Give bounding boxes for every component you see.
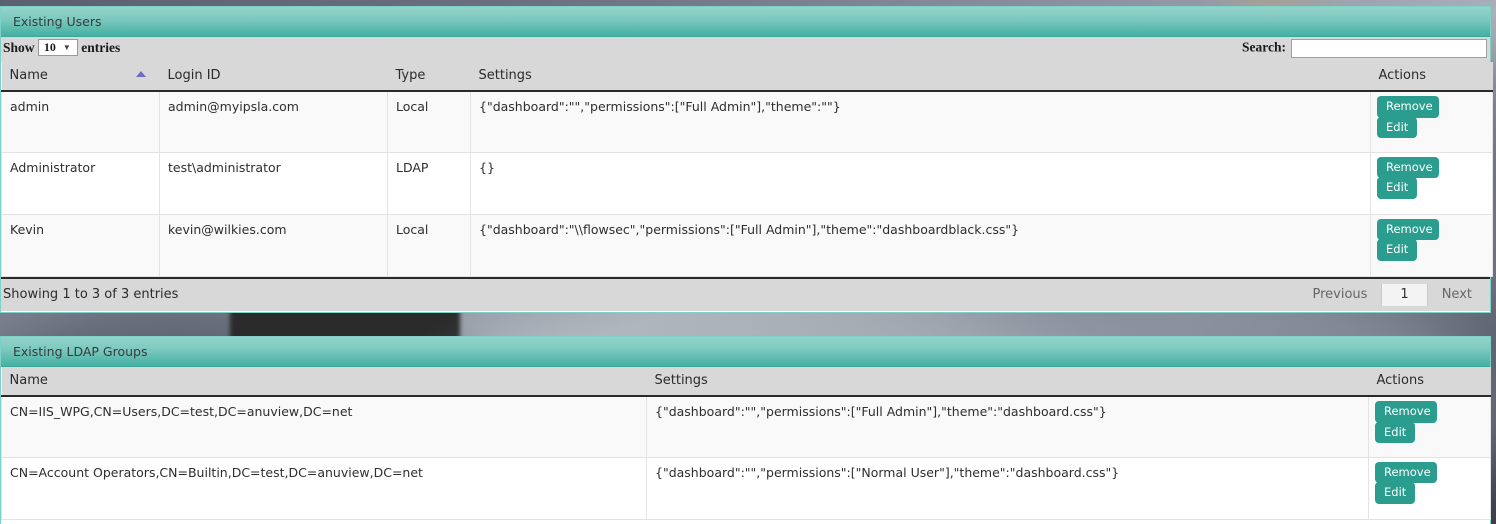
users-col-login-id[interactable]: Login ID [159,62,388,92]
existing-ldap-groups-panel-title: Existing LDAP Groups [1,337,1490,367]
sort-ascending-icon [135,71,146,77]
table-row: CN=IIS_WPG,CN=Users,DC=test,DC=anuview,D… [1,395,1491,458]
user-settings-cell: {"dashboard":"\\flowsec","permissions":[… [470,213,1371,277]
ldap-group-name-cell: CN=IIS_WPG,CN=Users,DC=test,DC=anuview,D… [1,395,647,458]
user-login-id-cell: kevin@wilkies.com [159,213,388,277]
ldap-group-name-cell: CN=Account Operators,CN=Builtin,DC=test,… [1,456,647,520]
user-login-id-cell: admin@myipsla.com [159,90,388,153]
user-name-cell: Administrator [1,151,160,215]
table-row: CN=Account Operators,CN=Builtin,DC=test,… [1,456,1491,520]
user-settings-cell: {"dashboard":"","permissions":["Full Adm… [470,90,1371,153]
user-login-id-cell: test\administrator [159,151,388,215]
ldap-col-name-label: Name [9,373,48,388]
ldap-col-settings[interactable]: Settings [646,367,1369,397]
edit-button[interactable]: Edit [1375,482,1415,504]
edit-button[interactable]: Edit [1375,421,1415,444]
pagination-next[interactable]: Next [1428,284,1486,306]
ldap-group-actions-cell: Remove Edit [1368,456,1491,520]
existing-users-panel: Existing Users Show 10 ▼ entries Search: … [0,6,1493,313]
user-actions-cell: Remove Edit [1370,90,1493,153]
entries-per-page-select[interactable]: 10 ▼ [37,39,78,57]
ldap-groups-table: Name Settings Actions CN=IIS_WPG,CN=User… [1,367,1491,520]
entries-per-page-value: 10 [43,40,56,55]
users-col-settings[interactable]: Settings [470,62,1371,92]
users-table-toolbar: Show 10 ▼ entries Search: [1,37,1490,62]
users-col-type-label: Type [395,68,426,83]
users-col-actions-label: Actions [1378,68,1427,83]
user-actions-cell: Remove Edit [1370,213,1493,277]
table-row: admin admin@myipsla.com Local {"dashboar… [1,90,1493,153]
users-col-type[interactable]: Type [387,62,471,92]
users-col-name-label: Name [9,68,48,83]
ldap-table-header-row: Name Settings Actions [1,367,1491,397]
users-col-login-id-label: Login ID [167,68,221,83]
existing-users-panel-title: Existing Users [1,7,1490,37]
ldap-col-actions-label: Actions [1376,373,1425,388]
ldap-col-actions: Actions [1368,367,1491,397]
users-search-input[interactable] [1291,39,1487,58]
user-type-cell: Local [387,213,471,277]
users-col-actions: Actions [1370,62,1493,92]
pagination-page-1[interactable]: 1 [1381,283,1428,306]
existing-ldap-groups-panel: Existing LDAP Groups Name Settings Actio… [0,336,1491,524]
user-actions-cell: Remove Edit [1370,151,1493,215]
remove-button[interactable]: Remove [1377,96,1439,118]
edit-button[interactable]: Edit [1377,177,1417,199]
ldap-col-settings-label: Settings [654,373,708,388]
users-table: Name Login ID Type Settings Actions admi… [1,62,1493,277]
ldap-col-name[interactable]: Name [1,367,647,397]
users-length-menu: Show 10 ▼ entries [3,39,121,57]
ldap-group-actions-cell: Remove Edit [1368,395,1491,458]
user-type-cell: Local [387,90,471,153]
ldap-group-settings-cell: {"dashboard":"","permissions":["Full Adm… [646,395,1369,458]
users-search-filter: Search: [1242,39,1487,58]
chevron-down-icon: ▼ [62,43,71,53]
user-type-cell: LDAP [387,151,471,215]
users-table-info: Showing 1 to 3 of 3 entries [3,286,179,302]
remove-button[interactable]: Remove [1375,401,1437,423]
edit-button[interactable]: Edit [1377,239,1417,261]
users-table-header-row: Name Login ID Type Settings Actions [1,62,1493,92]
users-table-footer: Showing 1 to 3 of 3 entries Previous 1 Nex… [1,276,1490,311]
user-settings-cell: {} [470,151,1371,215]
remove-button[interactable]: Remove [1377,156,1439,179]
pagination-previous[interactable]: Previous [1298,284,1381,306]
user-name-cell: Kevin [1,213,160,277]
entries-label: entries [81,40,121,55]
edit-button[interactable]: Edit [1377,116,1417,139]
remove-button[interactable]: Remove [1377,218,1439,241]
users-col-name[interactable]: Name [1,62,160,92]
ldap-group-settings-cell: {"dashboard":"","permissions":["Normal U… [646,456,1369,520]
show-label: Show [3,40,35,55]
search-label: Search: [1242,39,1286,55]
user-name-cell: admin [1,90,160,153]
users-col-settings-label: Settings [478,68,532,83]
remove-button[interactable]: Remove [1375,461,1437,484]
table-row: Administrator test\administrator LDAP {}… [1,151,1493,215]
table-row: Kevin kevin@wilkies.com Local {"dashboar… [1,213,1493,277]
users-pagination: Previous 1 Next [1298,283,1486,306]
